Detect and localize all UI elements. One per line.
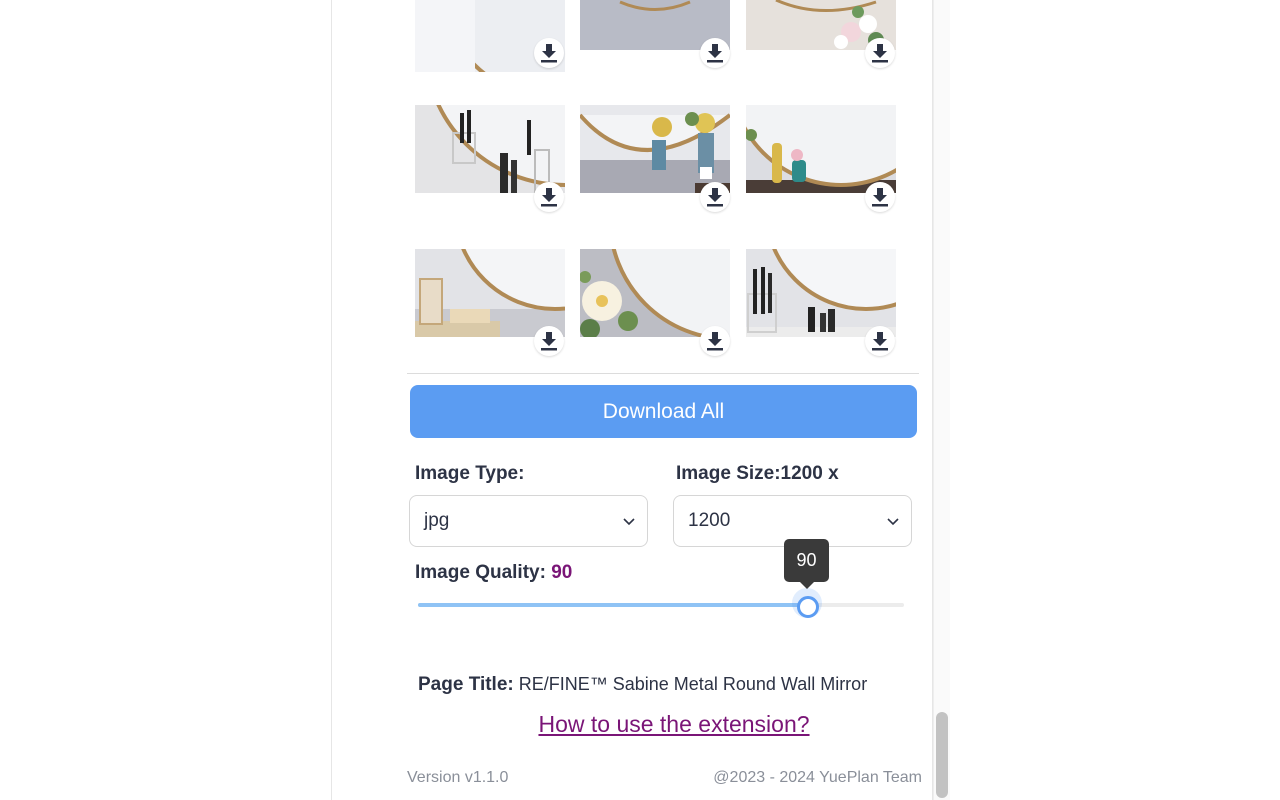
- image-thumbnail[interactable]: [580, 249, 730, 337]
- download-icon: [872, 44, 888, 63]
- image-thumbnail[interactable]: [580, 105, 730, 193]
- page-title-row: Page Title: RE/FINE™ Sabine Metal Round …: [418, 674, 867, 696]
- scrollbar-track[interactable]: [933, 0, 950, 800]
- image-quality-label-text: Image Quality:: [415, 562, 546, 583]
- download-icon: [541, 332, 557, 351]
- download-icon: [872, 188, 888, 207]
- download-icon: [541, 44, 557, 63]
- download-icon: [707, 332, 723, 351]
- how-to-use-link[interactable]: How to use the extension?: [332, 711, 1016, 738]
- download-button[interactable]: [700, 38, 730, 68]
- image-thumbnail[interactable]: [415, 249, 565, 337]
- extension-panel: Download All Image Type: Image Size:1200…: [331, 0, 933, 800]
- image-quality-label: Image Quality: 90: [415, 562, 572, 584]
- quality-tooltip: 90: [784, 539, 829, 582]
- quality-tooltip-arrow: [800, 582, 814, 589]
- download-icon: [541, 188, 557, 207]
- image-type-select[interactable]: jpg: [409, 495, 648, 547]
- quality-slider-fill: [418, 603, 807, 607]
- download-button[interactable]: [534, 326, 564, 356]
- download-all-button[interactable]: Download All: [410, 385, 917, 438]
- chevron-down-icon: [623, 518, 635, 526]
- image-type-value: jpg: [424, 510, 450, 531]
- image-thumbnail[interactable]: [746, 105, 896, 193]
- download-button[interactable]: [865, 182, 895, 212]
- quality-slider-handle[interactable]: [797, 596, 819, 618]
- download-button[interactable]: [865, 38, 895, 68]
- version-text: Version v1.1.0: [407, 769, 509, 786]
- download-button[interactable]: [700, 182, 730, 212]
- image-thumbnail[interactable]: [415, 105, 565, 193]
- chevron-down-icon: [887, 518, 899, 526]
- page-title-value: RE/FINE™ Sabine Metal Round Wall Mirror: [518, 674, 868, 694]
- image-type-label: Image Type:: [415, 463, 525, 484]
- image-grid: [415, 0, 896, 358]
- download-button[interactable]: [534, 38, 564, 68]
- download-button[interactable]: [700, 326, 730, 356]
- download-icon: [707, 188, 723, 207]
- divider: [407, 373, 919, 374]
- image-thumbnail[interactable]: [746, 249, 896, 337]
- download-button[interactable]: [534, 182, 564, 212]
- quality-slider[interactable]: [418, 603, 904, 607]
- image-size-label: Image Size:1200 x: [676, 463, 839, 484]
- image-size-value: 1200: [688, 510, 731, 531]
- download-icon: [872, 332, 888, 351]
- download-button[interactable]: [865, 326, 895, 356]
- page-title-label: Page Title:: [418, 674, 514, 695]
- credit-text: @2023 - 2024 YuePlan Team: [713, 769, 922, 786]
- download-icon: [707, 44, 723, 63]
- image-quality-value: 90: [551, 562, 573, 583]
